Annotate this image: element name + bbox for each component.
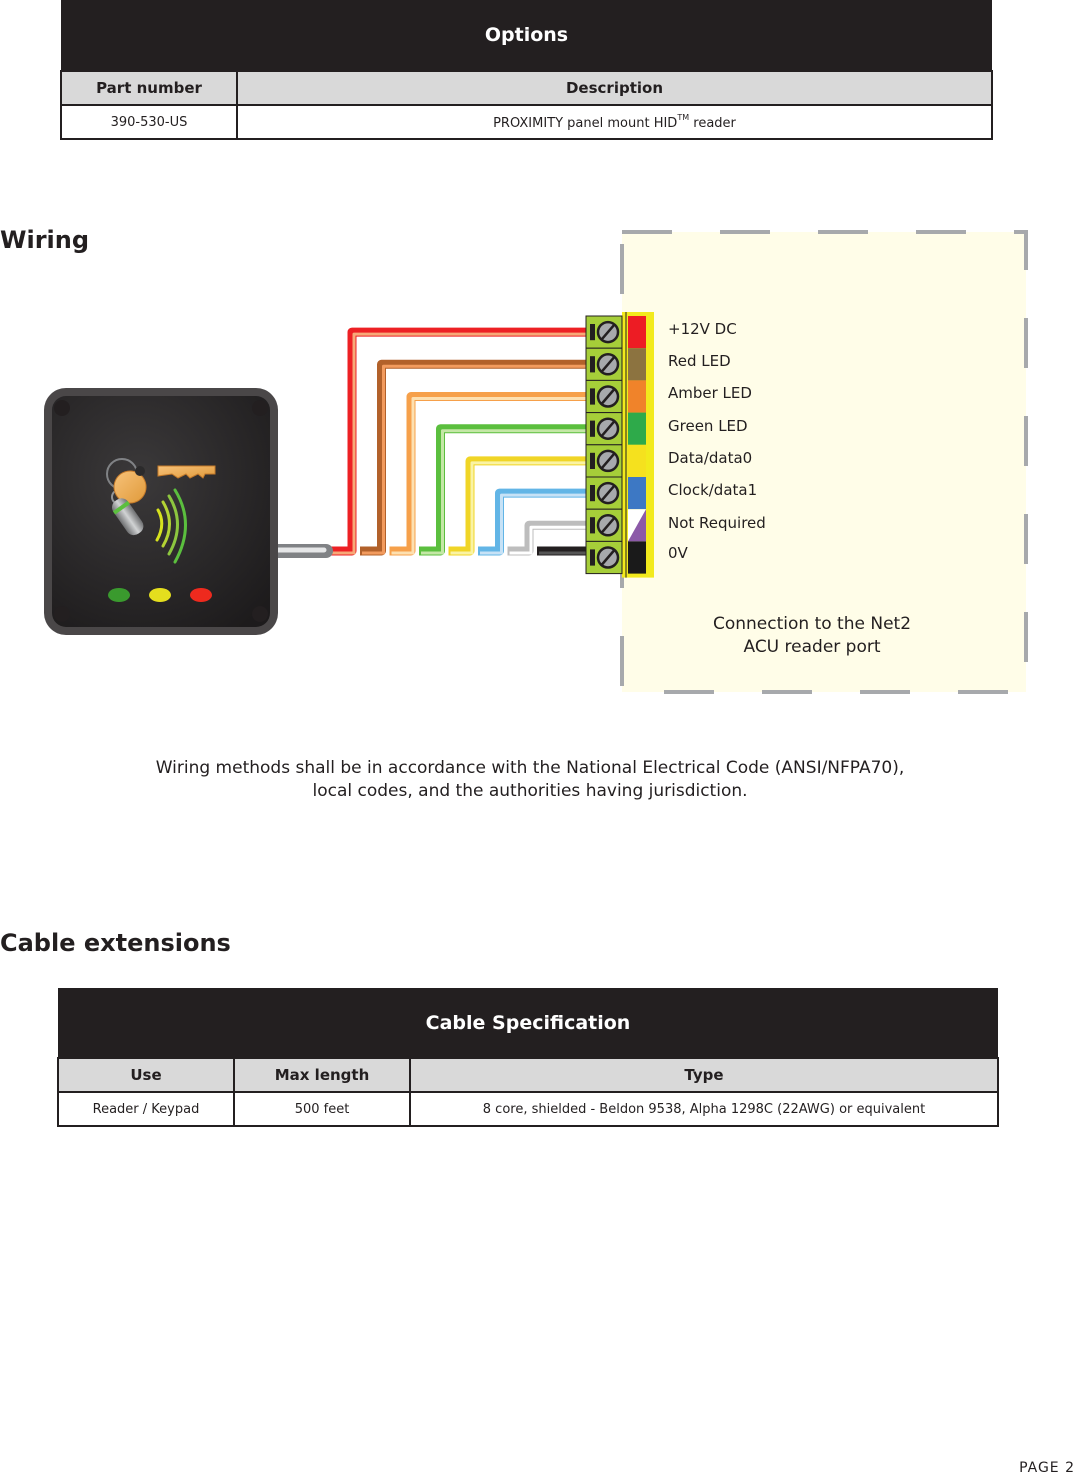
terminal-slot [590, 549, 595, 566]
description-text: PROXIMITY panel mount HID [493, 116, 678, 131]
terminal-color-swatch [628, 477, 646, 510]
terminal-block [585, 312, 654, 578]
column-header-part-number: Part number [60, 70, 238, 106]
terminal-label-data0: Data/data0 [668, 449, 753, 467]
screw-hole-icon [252, 400, 268, 416]
terminal-slot [590, 356, 595, 373]
part-number-cell: 390-530-US [60, 104, 238, 140]
reader-led-group [108, 588, 212, 602]
terminal-slot [590, 485, 595, 502]
cable-extensions-heading: Cable extensions [0, 929, 231, 957]
acu-caption-line-1: Connection to the Net2 [712, 614, 912, 634]
reader-led-indicator [149, 588, 171, 602]
column-header-type: Type [409, 1057, 999, 1093]
terminal-color-swatch [628, 444, 646, 477]
terminal-slot [590, 388, 595, 405]
terminal-slot [590, 324, 595, 341]
terminal-label-red-led: Red LED [668, 352, 731, 370]
max-length-cell: 500 feet [233, 1091, 411, 1127]
terminal-label-green-led: Green LED [668, 417, 748, 435]
terminal-label-0v: 0V [668, 544, 688, 562]
column-header-description: Description [236, 70, 993, 106]
cable-specification-table: Cable Specification Use Max length Type … [57, 988, 999, 1127]
screw-hole-icon [252, 606, 268, 622]
terminal-slot [590, 420, 595, 437]
description-cell: PROXIMITY panel mount HIDTM reader [236, 104, 993, 140]
terminal-color-swatch [628, 316, 646, 349]
wiring-note-line-2: local codes, and the authorities having … [312, 781, 748, 801]
terminal-color-swatch [628, 348, 646, 381]
use-cell: Reader / Keypad [57, 1091, 235, 1127]
terminal-label-12v-dc: +12V DC [668, 320, 737, 338]
terminal-color-swatch [628, 412, 646, 445]
terminal-color-swatch [628, 541, 646, 574]
wire-4 [448, 456, 590, 556]
terminal-label-data1: Clock/data1 [668, 481, 758, 499]
wire-stripe-2 [391, 397, 592, 555]
acu-caption-line-2: ACU reader port [743, 637, 881, 657]
proximity-reader-device [44, 388, 278, 635]
cable-sheath [269, 544, 333, 558]
column-header-use: Use [57, 1057, 235, 1093]
terminal-slot [590, 517, 595, 534]
wiring-compliance-note: Wiring methods shall be in accordance wi… [60, 757, 1000, 803]
terminal-label-not-required: Not Required [668, 514, 766, 532]
type-cell: 8 core, shielded - Beldon 9538, Alpha 12… [409, 1091, 999, 1127]
column-header-max-length: Max length [233, 1057, 411, 1093]
terminal-slot [590, 452, 595, 469]
screw-hole-icon [54, 400, 70, 416]
options-table-title: Options [484, 24, 569, 46]
table-row: 390-530-US PROXIMITY panel mount HIDTM r… [60, 104, 993, 140]
terminal-label-amber-led: Amber LED [668, 384, 752, 402]
cable-table-title: Cable Specification [425, 1011, 631, 1034]
table-row: Reader / Keypad 500 feet 8 core, shielde… [57, 1091, 999, 1127]
page-number: PAGE 2 [1019, 1460, 1075, 1476]
wire-stripe-4 [450, 461, 592, 555]
wiring-note-line-1: Wiring methods shall be in accordance wi… [155, 758, 905, 778]
wire-bundle [326, 327, 592, 556]
screw-hole-icon [54, 606, 70, 622]
acu-caption: Connection to the Net2 ACU reader port [622, 613, 1002, 659]
reader-led-indicator [108, 588, 130, 602]
options-table: Options Part number Description 390-530-… [60, 0, 993, 140]
terminal-color-swatch [628, 380, 646, 413]
reader-led-indicator [190, 588, 212, 602]
description-suffix: reader [689, 116, 736, 131]
trademark-superscript: TM [677, 113, 690, 122]
